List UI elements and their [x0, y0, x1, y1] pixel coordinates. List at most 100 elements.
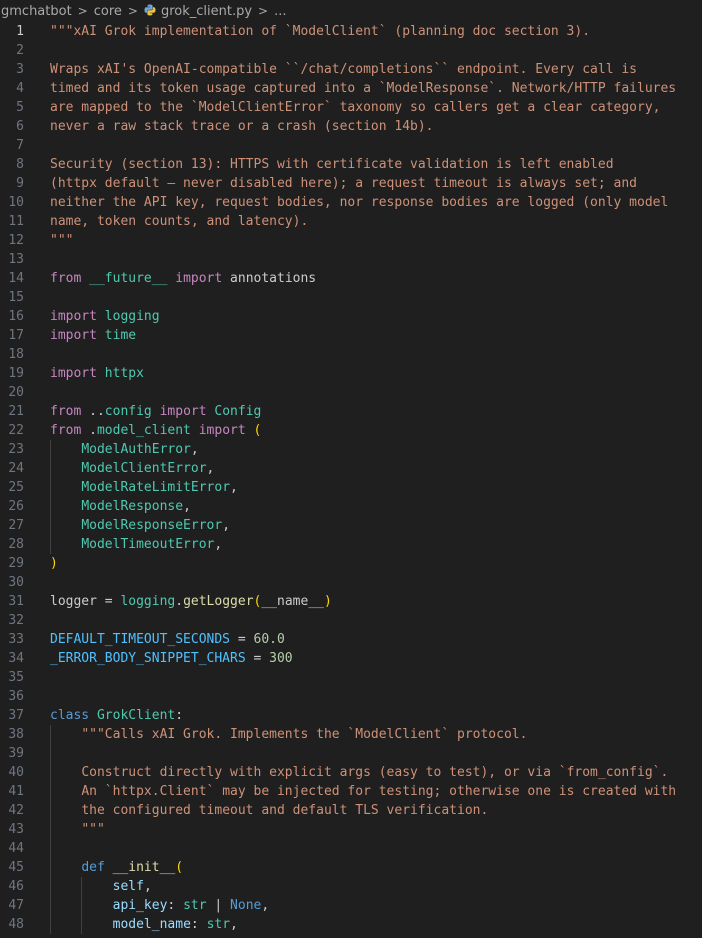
breadcrumb-folder-core[interactable]: core [93, 4, 123, 19]
code-line[interactable]: 11 name, token counts, and latency). [0, 212, 702, 231]
code-text: ModelResponse, [50, 497, 191, 516]
line-number: 19 [8, 366, 24, 381]
code-line[interactable]: 10 neither the API key, request bodies, n… [0, 193, 702, 212]
code-text: never a raw stack trace or a crash (sect… [50, 117, 434, 136]
line-number: 5 [16, 100, 24, 115]
code-line[interactable]: 31 logger = logging.getLogger(__name__) [0, 592, 702, 611]
code-line[interactable]: 47 api_key: str | None, [0, 896, 702, 915]
code-line[interactable]: 48 model_name: str, [0, 915, 702, 934]
code-text: model_name: str, [50, 915, 238, 934]
code-line[interactable]: 26 ModelResponse, [0, 497, 702, 516]
code-line[interactable]: 39 [0, 744, 702, 763]
code-line[interactable]: 20 [0, 383, 702, 402]
code-line[interactable]: 6 never a raw stack trace or a crash (sec… [0, 117, 702, 136]
code-line[interactable]: 40 Construct directly with explicit args… [0, 763, 702, 782]
code-line[interactable]: 30 [0, 573, 702, 592]
code-line[interactable]: 32 [0, 611, 702, 630]
code-line[interactable]: 12 """ [0, 231, 702, 250]
line-number: 11 [8, 214, 24, 229]
code-line[interactable]: 24 ModelClientError, [0, 459, 702, 478]
code-line[interactable]: 44 [0, 839, 702, 858]
code-line[interactable]: 36 [0, 687, 702, 706]
code-line[interactable]: 37 class GrokClient: [0, 706, 702, 725]
line-number: 13 [8, 252, 24, 267]
code-line[interactable]: 17 import time [0, 326, 702, 345]
code-token: """ [50, 233, 74, 248]
line-number: 22 [8, 423, 24, 438]
code-line[interactable]: 21 from ..config import Config [0, 402, 702, 421]
code-text: import time [50, 326, 136, 345]
code-line[interactable]: 1 """xAI Grok implementation of `ModelCli… [0, 22, 702, 41]
code-line[interactable]: 23 ModelAuthError, [0, 440, 702, 459]
code-line[interactable]: 3 Wraps xAI's OpenAI-compatible ``/chat/c… [0, 60, 702, 79]
code-line[interactable]: 35 [0, 668, 702, 687]
code-token: __future__ [89, 271, 168, 286]
code-token: .. [81, 404, 105, 419]
line-number: 31 [8, 594, 24, 609]
line-number: 7 [16, 138, 24, 153]
code-line[interactable]: 38 """Calls xAI Grok. Implements the `Mo… [0, 725, 702, 744]
code-editor[interactable]: 1 """xAI Grok implementation of `ModelCli… [0, 22, 702, 938]
code-token: """Calls xAI Grok. Implements the `Model… [81, 727, 528, 742]
line-number: 32 [8, 613, 24, 628]
code-line[interactable]: 5 are mapped to the `ModelClientError` ta… [0, 98, 702, 117]
breadcrumb-file[interactable]: grok_client.py [143, 4, 253, 19]
code-token: api_key [112, 898, 168, 913]
line-number: 25 [8, 480, 24, 495]
code-line[interactable]: 25 ModelRateLimitError, [0, 478, 702, 497]
code-token: """ [81, 822, 105, 837]
code-line[interactable]: 27 ModelResponseError, [0, 516, 702, 535]
code-token: , [214, 537, 223, 552]
code-token: __init__ [112, 860, 176, 875]
code-line[interactable]: 28 ModelTimeoutError, [0, 535, 702, 554]
code-line[interactable]: 33 DEFAULT_TIMEOUT_SECONDS = 60.0 [0, 630, 702, 649]
code-text: self, [50, 877, 152, 896]
code-line[interactable]: 22 from .model_client import ( [0, 421, 702, 440]
line-number: 29 [8, 556, 24, 571]
code-line[interactable]: 45 def __init__( [0, 858, 702, 877]
code-line[interactable]: 4 timed and its token usage captured into… [0, 79, 702, 98]
line-number: 43 [8, 822, 24, 837]
code-text: import httpx [50, 364, 144, 383]
code-token: logger = [50, 594, 121, 609]
code-line[interactable]: 2 [0, 41, 702, 60]
code-line[interactable]: 46 self, [0, 877, 702, 896]
code-line[interactable]: 16 import logging [0, 307, 702, 326]
code-line[interactable]: 43 """ [0, 820, 702, 839]
code-text: import logging [50, 307, 160, 326]
code-token: str [206, 917, 231, 932]
code-line[interactable]: 15 [0, 288, 702, 307]
breadcrumb-folder-gmchatbot[interactable]: gmchatbot [0, 4, 73, 19]
code-line[interactable]: 13 [0, 250, 702, 269]
breadcrumb-symbol[interactable]: ... [273, 4, 287, 19]
code-text: name, token counts, and latency). [50, 212, 308, 231]
code-token: (httpx default — never disabled here); a… [50, 176, 637, 191]
code-line[interactable]: 19 import httpx [0, 364, 702, 383]
line-number: 8 [16, 157, 24, 172]
code-text: logger = logging.getLogger(__name__) [50, 592, 332, 611]
line-number: 6 [16, 119, 24, 134]
code-line[interactable]: 29) [0, 554, 702, 573]
code-line[interactable]: 42 the configured timeout and default TL… [0, 801, 702, 820]
code-line[interactable]: 14 from __future__ import annotations [0, 269, 702, 288]
code-line[interactable]: 9 (httpx default — never disabled here); … [0, 174, 702, 193]
code-token: _ERROR_BODY_SNIPPET_CHARS [50, 651, 246, 666]
code-token: ModelTimeoutError [81, 537, 215, 552]
line-number: 42 [8, 803, 24, 818]
code-text: """ [50, 231, 73, 250]
code-line[interactable]: 8 Security (section 13): HTTPS with certi… [0, 155, 702, 174]
code-token: are mapped to the `ModelClientError` tax… [50, 100, 661, 115]
code-line[interactable]: 34 _ERROR_BODY_SNIPPET_CHARS = 300 [0, 649, 702, 668]
chevron-right-icon: > [258, 4, 269, 18]
code-line[interactable]: 41 An `httpx.Client` may be injected for… [0, 782, 702, 801]
code-line[interactable]: 7 [0, 136, 702, 155]
code-line[interactable]: 18 [0, 345, 702, 364]
line-number: 3 [16, 62, 24, 77]
code-text: DEFAULT_TIMEOUT_SECONDS = 60.0 [50, 630, 285, 649]
